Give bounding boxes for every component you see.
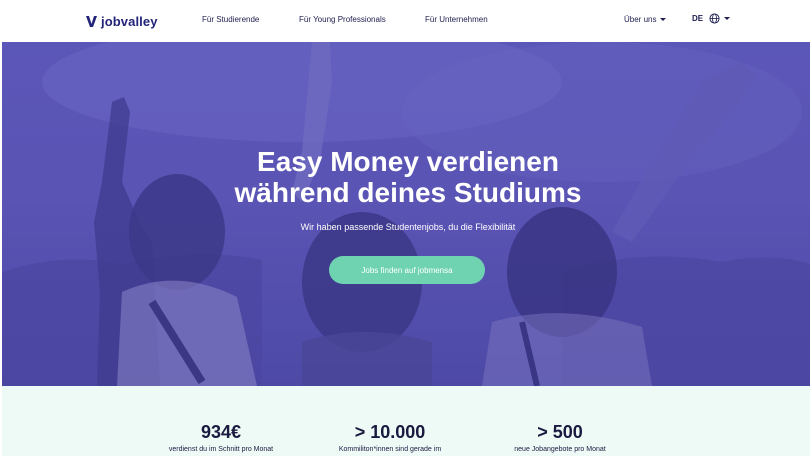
stat-label: verdienst du im Schnitt pro Monat (168, 446, 274, 453)
chevron-down-icon (724, 17, 731, 20)
stat-new-jobs: > 500 neue Jobangebote pro Monat (470, 422, 650, 453)
stat-label: Kommiliton*innen sind gerade im (338, 446, 442, 453)
stat-value: 934€ (200, 422, 242, 442)
site-header: jobvalley Für Studierende Für Young Prof… (0, 0, 812, 42)
nav-students[interactable]: Für Studierende (202, 15, 259, 24)
find-jobs-button[interactable]: Jobs finden auf jobmensa (329, 256, 485, 284)
nav-companies[interactable]: Für Unternehmen (425, 15, 488, 24)
logo-text: jobvalley (101, 13, 158, 29)
language-code: DE (692, 14, 704, 23)
stat-value: > 10.000 (354, 422, 426, 442)
hero-title-line-2: während deines Studiums (234, 177, 582, 208)
stats-section: 934€ verdienst du im Schnitt pro Monat >… (2, 386, 810, 456)
jobvalley-logo[interactable]: jobvalley (86, 12, 158, 30)
stat-value: > 500 (537, 422, 583, 442)
hero-title: Easy Money verdienen während deines Stud… (2, 146, 810, 208)
language-selector[interactable]: DE (692, 13, 731, 24)
hero-background-image (2, 42, 810, 386)
chevron-down-icon (660, 18, 667, 22)
stat-students-count: > 10.000 Kommiliton*innen sind gerade im (300, 422, 480, 453)
hero-title-line-1: Easy Money verdienen (257, 146, 559, 177)
stat-label: neue Jobangebote pro Monat (514, 446, 606, 453)
globe-icon (709, 13, 720, 24)
jobvalley-logo-icon (86, 15, 97, 27)
hero-section: Easy Money verdienen während deines Stud… (2, 42, 810, 386)
nav-about-dropdown[interactable]: Über uns (624, 15, 667, 24)
stat-average-earnings: 934€ verdienst du im Schnitt pro Monat (131, 422, 311, 453)
nav-about-label: Über uns (624, 15, 657, 24)
nav-young-professionals[interactable]: Für Young Professionals (299, 15, 386, 24)
hero-subtitle: Wir haben passende Studentenjobs, du die… (300, 222, 516, 232)
